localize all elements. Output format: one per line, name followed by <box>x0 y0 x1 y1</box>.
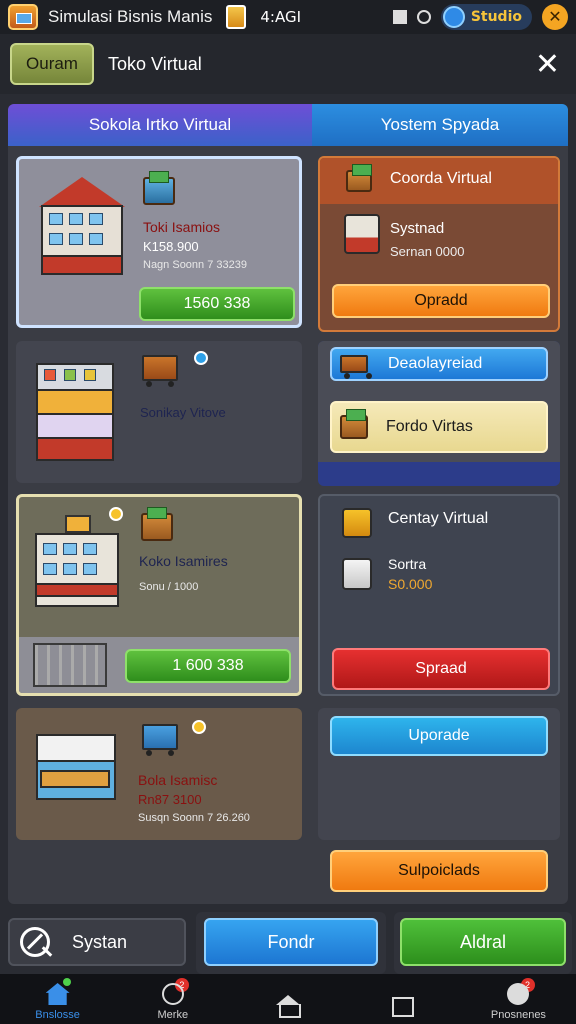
app-title: Simulasi Bisnis Manis <box>48 7 213 26</box>
close-icon[interactable]: ✕ <box>535 47 560 82</box>
studio-label: Studio <box>470 9 522 25</box>
store-card-4[interactable]: Bola Isamisc Rn87 3100 Susqn Soonn 7 26.… <box>16 708 302 840</box>
main-panel: Sokola Irtko Virtual Yostem Spyada Toki … <box>8 104 568 904</box>
online-dot-icon <box>63 978 72 986</box>
search-off-icon <box>20 927 50 957</box>
system-button[interactable]: Systan <box>8 918 186 966</box>
system-card-2[interactable]: Deaolayreiad Fordo Virtas <box>318 341 560 486</box>
nav-item-profile[interactable]: 2 Pnosnenes <box>461 974 576 1024</box>
house-icon <box>276 995 301 1018</box>
back-button[interactable]: Ouram <box>10 43 94 85</box>
super-upgrade-button[interactable]: Sulpoiclads <box>330 850 548 892</box>
goods-crate-icon <box>143 171 175 205</box>
store-detail: Nagn Soonn 7 33239 <box>143 259 247 271</box>
studio-badge[interactable]: Studio <box>440 4 532 30</box>
bottom-nav: Bnslosse 2 Merke 2 Pnosnenes <box>0 974 576 1024</box>
system-subtitle: Sortra <box>388 556 427 572</box>
game-screen: Simulasi Bisnis Manis 4:AGI Studio ✕ Our… <box>0 0 576 1024</box>
upgrade-button[interactable]: Opradd <box>332 284 550 318</box>
cart-icon <box>340 355 368 379</box>
spread-button[interactable]: Spraad <box>332 648 550 690</box>
stall-building-icon <box>34 724 126 814</box>
page-title: Toko Virtual <box>108 53 202 74</box>
nav-label: Merke <box>157 1009 189 1021</box>
status-bar: Simulasi Bisnis Manis 4:AGI Studio ✕ <box>0 0 576 34</box>
nav-item-house[interactable] <box>230 974 345 1024</box>
system-card-4[interactable]: Uporade <box>318 708 560 840</box>
box-icon <box>342 508 372 538</box>
store-detail: Sonu / 1000 <box>139 581 199 593</box>
shopping-cart-icon <box>142 724 178 756</box>
system-title: Coorda Virtual <box>390 170 492 187</box>
shelf-icon <box>33 643 107 687</box>
store-price: K158.900 <box>143 239 199 254</box>
studio-icon <box>442 6 465 28</box>
upgrade-blue-button[interactable]: Uporade <box>330 716 548 756</box>
system-label: Systan <box>72 931 128 952</box>
grocery-bag-icon <box>342 558 372 590</box>
store-detail: Susqn Soonn 7 26.260 <box>138 812 250 824</box>
store-name: Toki Isamios <box>143 219 221 235</box>
store-name: Bola Isamisc <box>138 772 218 788</box>
home-icon <box>45 983 70 1005</box>
app-logo-icon <box>8 4 38 30</box>
nav-label: Bnslosse <box>35 1009 80 1021</box>
delivery-button[interactable]: Deaolayreiad <box>330 347 548 381</box>
store-card-3[interactable]: Koko Isamires Sonu / 1000 1 600 338 <box>16 494 302 696</box>
profile-icon <box>507 983 530 1005</box>
store-name: Koko Isamires <box>139 553 228 569</box>
info-badge-icon <box>194 351 208 365</box>
shop-icon[interactable] <box>226 5 247 29</box>
shop-building-icon <box>29 513 135 623</box>
sync-icon <box>416 10 431 24</box>
buy-button[interactable]: 1560 338 <box>139 287 295 321</box>
building-small-icon <box>344 214 380 254</box>
actual-button[interactable]: Aldral <box>400 918 566 966</box>
fund-label: Fordo Virtas <box>386 418 473 435</box>
find-button[interactable]: Fondr <box>204 918 378 966</box>
system-detail: Sernan 0000 <box>390 244 465 259</box>
market-building-icon <box>30 349 130 469</box>
goods-crate-icon <box>346 164 372 192</box>
fund-button[interactable]: Fordo Virtas <box>330 401 548 453</box>
system-subtitle: Systnad <box>390 220 445 237</box>
nav-item-market[interactable]: 2 Merke <box>115 974 230 1024</box>
status-clock: 4:AGI <box>260 8 302 26</box>
store-card-1[interactable]: Toki Isamios K158.900 Nagn Soonn 7 33239… <box>16 156 302 328</box>
tab-virtual-store[interactable]: Sokola Irtko Virtual <box>8 104 312 146</box>
nav-item-home[interactable]: Bnslosse <box>0 974 115 1024</box>
star-badge-icon <box>192 720 206 734</box>
office-building-icon <box>29 177 134 287</box>
tab-bar: Sokola Irtko Virtual Yostem Spyada <box>8 104 568 146</box>
signal-icon <box>392 10 407 24</box>
system-price: S0.000 <box>388 576 433 592</box>
status-right: Studio ✕ <box>392 4 568 30</box>
tab-system[interactable]: Yostem Spyada <box>312 104 568 146</box>
shopping-cart-icon <box>142 355 178 387</box>
system-card-1[interactable]: Coorda Virtual Systnad Sernan 0000 Oprad… <box>318 156 560 332</box>
store-name: Sonikay Vitove <box>140 405 226 420</box>
goods-crate-icon <box>141 507 173 541</box>
nav-item-windows[interactable] <box>346 974 461 1024</box>
window-icon <box>392 997 415 1017</box>
system-card-3[interactable]: Centay Virtual Sortra S0.000 Spraad <box>318 494 560 696</box>
close-circle-icon[interactable]: ✕ <box>542 4 568 30</box>
buy-button[interactable]: 1 600 338 <box>125 649 291 683</box>
circle-icon <box>161 983 184 1005</box>
crate-icon <box>340 409 368 439</box>
delivery-label: Deaolayreiad <box>388 355 483 372</box>
system-title: Centay Virtual <box>388 510 489 527</box>
nav-label: Pnosnenes <box>490 1009 546 1021</box>
star-badge-icon <box>109 507 123 521</box>
header: Ouram Toko Virtual ✕ <box>0 34 576 94</box>
store-card-2[interactable]: Sonikay Vitove <box>16 341 302 483</box>
store-price: Rn87 3100 <box>138 792 202 807</box>
